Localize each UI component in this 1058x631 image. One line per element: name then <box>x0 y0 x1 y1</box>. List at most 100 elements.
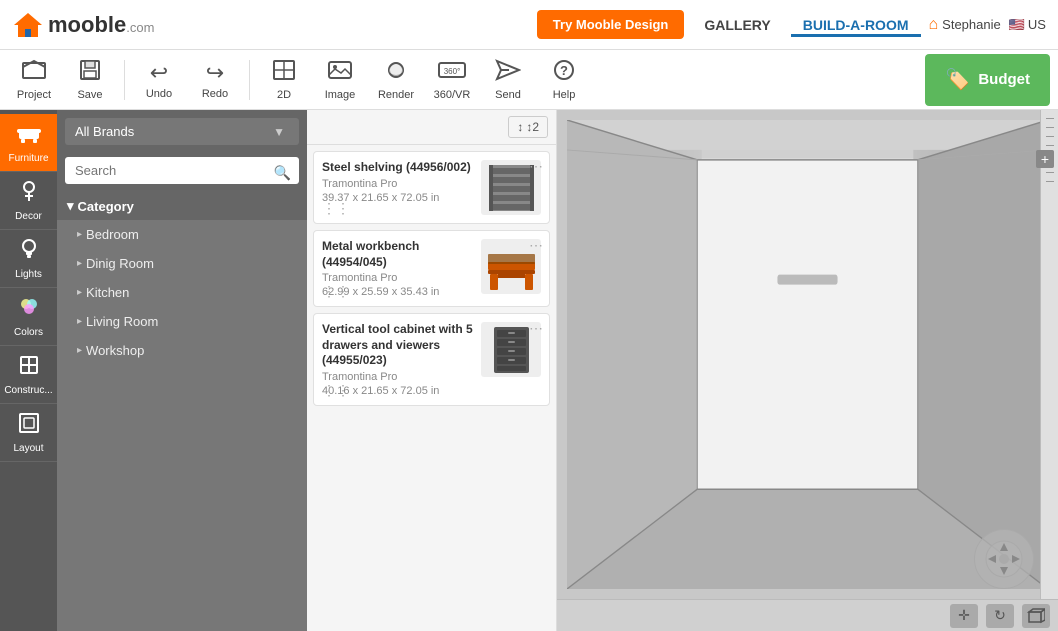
product-name-2: Metal workbench (44954/045) <box>322 239 473 270</box>
header-nav: Try Mooble Design GALLERY BUILD-A-ROOM ⌂… <box>537 10 1046 39</box>
main-area: Furniture Decor Lights Colors Construc..… <box>0 110 1058 631</box>
construction-label: Construc... <box>4 385 52 396</box>
product-card-1[interactable]: Steel shelving (44956/002) Tramontina Pr… <box>313 151 550 224</box>
living-arrow-icon: ▸ <box>77 316 82 327</box>
category-item-kitchen[interactable]: ▸ Kitchen <box>57 278 307 307</box>
zoom-plus-button[interactable]: + <box>1036 150 1054 168</box>
workshop-arrow-icon: ▸ <box>77 345 82 356</box>
user-nav[interactable]: ⌂ Stephanie <box>929 16 1001 34</box>
brand-select-container: All Brands ▼ <box>65 118 299 145</box>
viewport[interactable]: + ✛ ↻ <box>557 110 1058 631</box>
decor-label: Decor <box>15 211 42 222</box>
user-name: Stephanie <box>942 17 1001 32</box>
product-card-2[interactable]: Metal workbench (44954/045) Tramontina P… <box>313 230 550 307</box>
send-button[interactable]: Send <box>482 54 534 106</box>
brand-select[interactable]: All Brands <box>65 118 299 145</box>
help-icon: ? <box>553 59 575 87</box>
search-wrap: 🔍 <box>57 153 307 192</box>
budget-label: Budget <box>978 71 1030 88</box>
redo-button[interactable]: ↪ Redo <box>189 54 241 106</box>
project-icon <box>21 59 47 87</box>
viewport-move-button[interactable]: ✛ <box>950 604 978 628</box>
product-menu-3[interactable]: ⋯ <box>529 320 543 337</box>
search-input[interactable] <box>65 157 299 184</box>
category-item-workshop[interactable]: ▸ Workshop <box>57 336 307 365</box>
layout-icon <box>17 411 41 441</box>
lights-label: Lights <box>15 269 42 280</box>
svg-text:?: ? <box>560 63 568 78</box>
toolbar: Project Save ↩ Undo ↪ Redo 2D Image Rend… <box>0 50 1058 110</box>
furniture-label: Furniture <box>8 153 48 164</box>
redo-icon: ↪ <box>206 60 224 86</box>
ruler-tick <box>1046 172 1054 173</box>
ruler-tick <box>1046 145 1054 146</box>
undo-icon: ↩ <box>150 60 168 86</box>
bedroom-arrow-icon: ▸ <box>77 229 82 240</box>
budget-icon: 🏷️ <box>945 67 970 92</box>
furniture-icon <box>15 121 43 151</box>
lang-label: US <box>1028 17 1046 32</box>
nav-circle[interactable] <box>974 529 1034 589</box>
product-name-3: Vertical tool cabinet with 5 drawers and… <box>322 322 473 369</box>
category-item-bedroom[interactable]: ▸ Bedroom <box>57 220 307 249</box>
toolbar-divider-2 <box>249 60 250 100</box>
sidebar-item-lights[interactable]: Lights <box>0 230 57 288</box>
product-menu-1[interactable]: ⋯ <box>529 158 543 175</box>
category-panel: All Brands ▼ 🔍 ▾ Category ▸ Bedroom ▸ Di… <box>57 110 307 631</box>
product-card-3[interactable]: Vertical tool cabinet with 5 drawers and… <box>313 313 550 406</box>
build-a-room-nav[interactable]: BUILD-A-ROOM <box>791 13 921 37</box>
product-menu-2[interactable]: ⋯ <box>529 237 543 254</box>
colors-icon <box>17 295 41 325</box>
save-button[interactable]: Save <box>64 54 116 106</box>
sort-icon: ↕ <box>517 120 523 134</box>
ruler-tick <box>1046 127 1054 128</box>
product-drag-2: ⋮⋮ <box>322 283 350 300</box>
logo-house-icon <box>12 9 44 41</box>
viewport-3d-button[interactable] <box>1022 604 1050 628</box>
view360-button[interactable]: 360° 360/VR <box>426 54 478 106</box>
sidebar-item-furniture[interactable]: Furniture <box>0 114 57 172</box>
viewport-bottom-toolbar: ✛ ↻ <box>557 599 1058 631</box>
budget-button[interactable]: 🏷️ Budget <box>925 54 1050 106</box>
category-arrow-icon: ▾ <box>67 198 74 214</box>
product-name-1: Steel shelving (44956/002) <box>322 160 473 176</box>
room-3d <box>567 120 1048 589</box>
product-brand-1: Tramontina Pro <box>322 178 473 190</box>
dining-arrow-icon: ▸ <box>77 258 82 269</box>
gallery-nav[interactable]: GALLERY <box>692 13 782 37</box>
sidebar-item-construction[interactable]: Construc... <box>0 346 57 404</box>
viewport-rotate-button[interactable]: ↻ <box>986 604 1014 628</box>
nav-circle-icon <box>984 539 1024 579</box>
logo: mooble.com <box>12 9 154 41</box>
sidebar-item-colors[interactable]: Colors <box>0 288 57 346</box>
colors-label: Colors <box>14 327 43 338</box>
toolbar-divider-1 <box>124 60 125 100</box>
language-nav[interactable]: 🇺🇸 US <box>1009 17 1046 33</box>
category-item-living-room[interactable]: ▸ Living Room <box>57 307 307 336</box>
undo-button[interactable]: ↩ Undo <box>133 54 185 106</box>
render-button[interactable]: Render <box>370 54 422 106</box>
category-item-dining-room[interactable]: ▸ Dinig Room <box>57 249 307 278</box>
sidebar-item-layout[interactable]: Layout <box>0 404 57 462</box>
sort-button[interactable]: ↕ ↕2 <box>508 116 548 138</box>
lights-icon <box>18 237 40 267</box>
try-mooble-button[interactable]: Try Mooble Design <box>537 10 685 39</box>
save-icon <box>79 59 101 87</box>
ruler-tick <box>1046 136 1054 137</box>
product-info-1: Steel shelving (44956/002) Tramontina Pr… <box>322 160 473 204</box>
sidebar-icons: Furniture Decor Lights Colors Construc..… <box>0 110 57 631</box>
view2d-button[interactable]: 2D <box>258 54 310 106</box>
header: mooble.com Try Mooble Design GALLERY BUI… <box>0 0 1058 50</box>
product-drag-3: ⋮⋮ <box>322 382 350 399</box>
category-header: ▾ Category <box>57 192 307 220</box>
image-icon <box>327 59 353 87</box>
products-list: Steel shelving (44956/002) Tramontina Pr… <box>307 145 556 631</box>
help-button[interactable]: ? Help <box>538 54 590 106</box>
products-panel: ↕ ↕2 Steel shelving (44956/002) Tramonti… <box>307 110 557 631</box>
view360-icon: 360° <box>437 59 467 87</box>
sidebar-item-decor[interactable]: Decor <box>0 172 57 230</box>
ruler-tick <box>1046 181 1054 182</box>
sort-bar: ↕ ↕2 <box>307 110 556 145</box>
project-button[interactable]: Project <box>8 54 60 106</box>
image-button[interactable]: Image <box>314 54 366 106</box>
